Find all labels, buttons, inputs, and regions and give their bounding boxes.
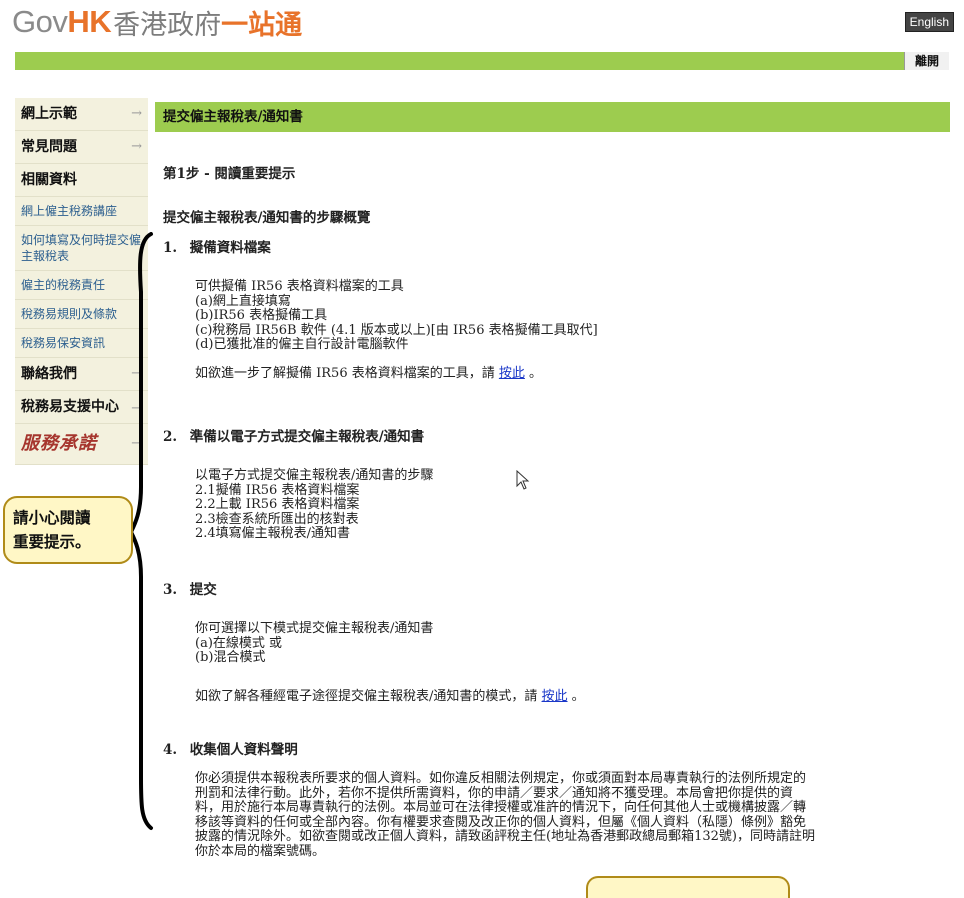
annotation-line: 請小心閱讀	[13, 509, 91, 527]
arrow-right-icon: →	[131, 106, 142, 121]
govhk-logo[interactable]: Gov HK 香港政府 一站通	[12, 2, 302, 42]
section-body: 以電子方式提交僱主報稅表/通知書的步驟 2.1擬備 IR56 表格資料檔案 2.…	[195, 468, 953, 542]
section-title: 提交	[189, 582, 217, 598]
body-line: 2.3檢查系統所匯出的核對表	[195, 511, 359, 527]
body-line: 你可選擇以下模式提交僱主報稅表/通知書	[195, 621, 434, 636]
body-line: (b)IR56 表格擬備工具	[195, 308, 328, 323]
body-line: 你於本局的檔案號碼。	[195, 843, 326, 859]
body-line: 2.1擬備 IR56 表格資料檔案	[195, 482, 360, 498]
logo-cn-highlight: 一站通	[221, 9, 303, 41]
body-line: 料，用於施行本局專責執行的法例。本局並可在法律授權或准許的情況下，向任何其他人士…	[195, 800, 807, 815]
body-line: 2.4填寫僱主報稅表/通知書	[195, 526, 351, 541]
page-title: 提交僱主報稅表/通知書	[155, 102, 950, 132]
arrow-right-icon: →	[131, 139, 142, 154]
section-heading: 2. 準備以電子方式提交僱主報稅表/通知書	[163, 425, 953, 445]
sidebar-item-label: 稅務易支援中心	[21, 399, 119, 415]
section-heading: 3. 提交	[163, 578, 953, 598]
annotation-callout: 請小心閱讀 重要提示。	[3, 496, 133, 564]
top-bar: 離開	[15, 52, 949, 70]
sidebar-item-demo[interactable]: 網上示範 →	[15, 98, 148, 131]
sidebar-item-label: 常見問題	[21, 139, 77, 155]
section-body: 你可選擇以下模式提交僱主報稅表/通知書 (a)在線模式 或 (b)混合模式	[195, 621, 953, 666]
sidebar-item-faq[interactable]: 常見問題 →	[15, 131, 148, 164]
body-line: 2.2上載 IR56 表格資料檔案	[195, 497, 360, 512]
logo-cn-text: 香港政府	[113, 9, 222, 41]
click-here-link[interactable]: 按此	[542, 689, 568, 704]
section-number: 4.	[163, 742, 178, 758]
body-line: (c)稅務局 IR56B 軟件 (4.1 版本或以上)[由 IR56 表格擬備工…	[195, 322, 598, 338]
annotation-line: 重要提示。	[13, 533, 91, 551]
section-number: 3.	[163, 582, 178, 598]
body-line: (b)混合模式	[195, 650, 266, 665]
sidebar-item-label: 聯絡我們	[21, 366, 77, 382]
body-line: (d)已獲批准的僱主自行設計電腦軟件	[195, 337, 409, 352]
section-body: 可供擬備 IR56 表格資料檔案的工具 (a)網上直接填寫 (b)IR56 表格…	[195, 279, 953, 353]
english-language-button[interactable]: English	[904, 12, 954, 32]
body-line: 以電子方式提交僱主報稅表/通知書的步驟	[195, 468, 434, 483]
section-heading: 1. 擬備資料檔案	[163, 236, 953, 256]
section-prepare-electronic: 2. 準備以電子方式提交僱主報稅表/通知書 以電子方式提交僱主報稅表/通知書的步…	[163, 425, 953, 542]
service-pledge-logo: 服務承諾	[21, 433, 97, 454]
main-content: 提交僱主報稅表/通知書 第1步 - 閱讀重要提示 提交僱主報稅表/通知書的步驟概…	[155, 102, 950, 226]
privacy-statement: 你必須提供本報稅表所要求的個人資料。如你違反相關法例規定，你或須面對本局專責執行…	[195, 771, 935, 859]
sidebar-item-label: 僱主的稅務責任	[21, 278, 106, 292]
body-line: 你必須提供本報稅表所要求的個人資料。如你違反相關法例規定，你或須面對本局專責執行…	[195, 771, 807, 786]
sidebar-item-related-info[interactable]: 相關資料	[15, 164, 148, 197]
section-title: 收集個人資料聲明	[189, 742, 298, 758]
logo-hk-text: HK	[67, 4, 112, 39]
section-submit: 3. 提交 你可選擇以下模式提交僱主報稅表/通知書 (a)在線模式 或 (b)混…	[163, 578, 953, 704]
body-line: 披露的情況除外。如欲查閱或改正個人資料，請致函評稅主任(地址為香港郵政總局郵箱1…	[195, 829, 815, 844]
section-heading: 4. 收集個人資料聲明	[163, 738, 953, 758]
section-privacy: 4. 收集個人資料聲明 你必須提供本報稅表所要求的個人資料。如你違反相關法例規定…	[163, 738, 953, 859]
logo-gov-text: Gov	[12, 4, 68, 39]
body-line: (a)在線模式 或	[195, 635, 283, 651]
body-line: 刑罰和法律行動。此外，若你不提供所需資料，你的申請／要求／通知將不獲受理。本局會…	[195, 785, 794, 801]
section-title: 準備以電子方式提交僱主報稅表/通知書	[189, 429, 425, 445]
sidebar-item-label: 如何填寫及何時提交僱主報稅表	[21, 233, 142, 263]
sidebar-item-tax-seminar[interactable]: 網上僱主稅務講座	[15, 197, 148, 226]
section-number: 2.	[163, 429, 178, 445]
sidebar-item-label: 網上示範	[21, 106, 77, 122]
body-line: (a)網上直接填寫	[195, 293, 291, 309]
body-line: 移該等資料的任何或全部內容。你有權要求查閱及改正你的個人資料，但屬《個人資料（私…	[195, 814, 807, 830]
section-title: 擬備資料檔案	[189, 240, 271, 256]
logout-button[interactable]: 離開	[903, 52, 949, 70]
sidebar-item-label: 網上僱主稅務講座	[21, 204, 118, 218]
step-heading: 第1步 - 閱讀重要提示	[163, 166, 296, 182]
sidebar-item-label: 稅務易規則及條款	[21, 307, 118, 321]
note-text: 如欲進一步了解擬備 IR56 表格資料檔案的工具，請	[195, 365, 499, 381]
body-line: 可供擬備 IR56 表格資料檔案的工具	[195, 279, 404, 294]
note-text: 。	[524, 365, 543, 381]
section-prepare-file: 1. 擬備資料檔案 可供擬備 IR56 表格資料檔案的工具 (a)網上直接填寫 …	[163, 236, 953, 381]
sidebar-item-label: 相關資料	[21, 172, 77, 188]
click-here-link[interactable]: 按此	[499, 366, 525, 381]
note-text: 如欲了解各種經電子途徑提交僱主報稅表/通知書的模式，請	[195, 688, 542, 704]
sidebar-item-label: 稅務易保安資訊	[21, 336, 106, 350]
note-text: 。	[567, 688, 585, 704]
mouse-cursor-icon	[516, 470, 530, 490]
overview-heading: 提交僱主報稅表/通知書的步驟概覽	[163, 210, 371, 226]
section-number: 1.	[163, 240, 178, 256]
section-note: 如欲進一步了解擬備 IR56 表格資料檔案的工具，請 按此 。	[195, 365, 953, 382]
annotation-callout-partial	[586, 876, 790, 898]
section-note: 如欲了解各種經電子途徑提交僱主報稅表/通知書的模式，請 按此 。	[195, 688, 953, 705]
